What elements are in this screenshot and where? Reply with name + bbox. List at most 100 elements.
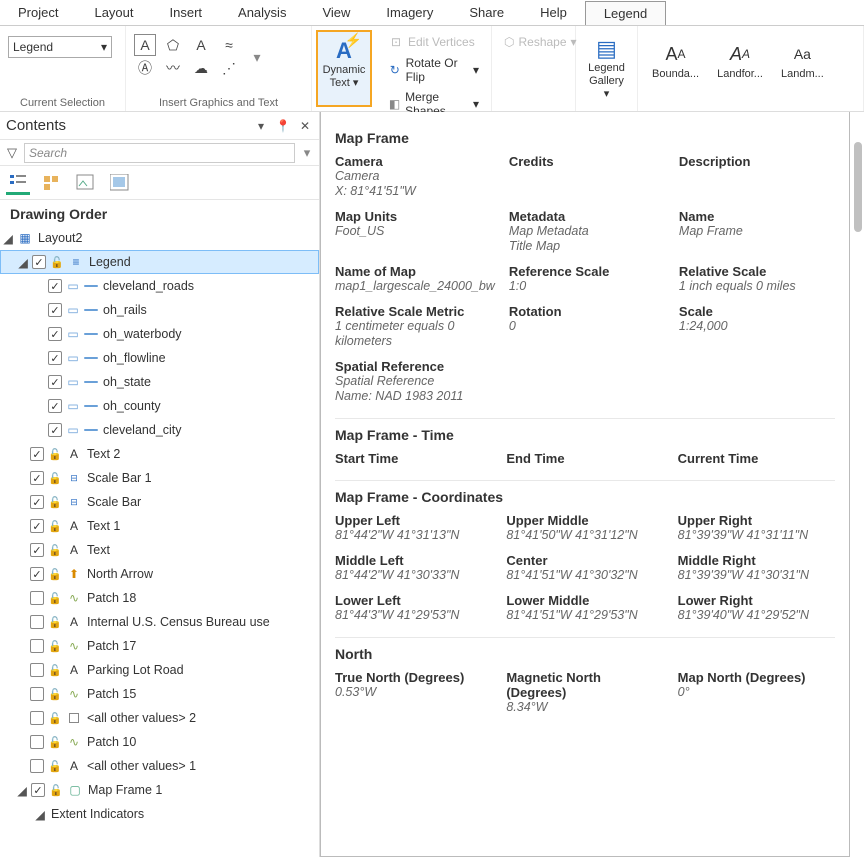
dyn-middle-right[interactable]: Middle Right81°39'39"W 41°30'31"N (678, 553, 835, 583)
patch-checkbox[interactable] (30, 639, 44, 653)
tree-item-row[interactable]: 🔓⊟Scale Bar (0, 490, 319, 514)
collapse-arrow-icon[interactable]: ◢ (17, 255, 29, 270)
scatter-icon[interactable]: ⋰ (218, 57, 240, 79)
rotate-flip-button[interactable]: ↻Rotate Or Flip ▾ (384, 54, 483, 86)
dynamic-text-button[interactable]: A⚡ Dynamic Text ▾ (316, 30, 372, 107)
polygon-icon[interactable]: ⬠ (162, 34, 184, 56)
layer-checkbox[interactable] (48, 399, 62, 413)
menu-help[interactable]: Help (522, 1, 585, 24)
collapse-arrow-icon[interactable]: ◢ (16, 783, 28, 798)
layer-checkbox[interactable] (48, 279, 62, 293)
landform-gallery-item[interactable]: AALandfor... (711, 36, 769, 85)
reshape-button[interactable]: ⬡Reshape ▾ (500, 32, 567, 52)
tree-item-row[interactable]: 🔓AText 1 (0, 514, 319, 538)
legend-gallery-button[interactable]: ▤ Legend Gallery ▾ (584, 30, 629, 105)
tree-item-row[interactable]: 🔓⊟Scale Bar 1 (0, 466, 319, 490)
mapframe-checkbox[interactable] (31, 783, 45, 797)
item-checkbox[interactable] (30, 519, 44, 533)
collapse-arrow-icon[interactable]: ◢ (34, 807, 46, 822)
dyn-name[interactable]: NameMap Frame (679, 209, 835, 254)
tree-patch-row[interactable]: 🔓A<all other values> 1 (0, 754, 319, 778)
tree-layer-row[interactable]: ▭oh_state (0, 370, 319, 394)
pane-close-icon[interactable]: ✕ (297, 118, 313, 134)
lock-icon[interactable]: 🔓 (49, 254, 65, 270)
lock-icon[interactable]: 🔓 (47, 446, 63, 462)
patch-checkbox[interactable] (30, 711, 44, 725)
tree-patch-row[interactable]: 🔓AParking Lot Road (0, 658, 319, 682)
dyn-upper-right[interactable]: Upper Right81°39'39"W 41°31'11"N (678, 513, 835, 543)
pane-menu-icon[interactable]: ▾ (253, 118, 269, 134)
tree-item-row[interactable]: 🔓AText (0, 538, 319, 562)
lock-icon[interactable]: 🔓 (47, 686, 63, 702)
patch-checkbox[interactable] (30, 615, 44, 629)
tree-patch-row[interactable]: 🔓∿Patch 10 (0, 730, 319, 754)
legend-checkbox[interactable] (32, 255, 46, 269)
dyn-start-time[interactable]: Start Time (335, 451, 492, 466)
dyn-center[interactable]: Center81°41'51"W 41°30'32"N (506, 553, 663, 583)
tree-layer-row[interactable]: ▭oh_rails (0, 298, 319, 322)
selection-dropdown[interactable]: Legend▾ (8, 36, 112, 58)
layer-checkbox[interactable] (48, 327, 62, 341)
lock-icon[interactable]: 🔓 (47, 662, 63, 678)
item-checkbox[interactable] (30, 471, 44, 485)
dyn-relmetric[interactable]: Relative Scale Metric1 centimeter equals… (335, 304, 495, 349)
lock-icon[interactable]: 🔓 (47, 494, 63, 510)
dyn-mapunits[interactable]: Map UnitsFoot_US (335, 209, 495, 254)
dyn-camera[interactable]: CameraCameraX: 81°41'51"W (335, 154, 495, 199)
dyn-upper-left[interactable]: Upper Left81°44'2"W 41°31'13"N (335, 513, 492, 543)
layer-checkbox[interactable] (48, 375, 62, 389)
menu-imagery[interactable]: Imagery (368, 1, 451, 24)
lock-icon[interactable]: 🔓 (47, 542, 63, 558)
menu-layout[interactable]: Layout (76, 1, 151, 24)
dyn-rotation[interactable]: Rotation0 (509, 304, 665, 349)
boundaries-gallery-item[interactable]: AABounda... (646, 36, 705, 85)
layer-checkbox[interactable] (48, 303, 62, 317)
layer-checkbox[interactable] (48, 423, 62, 437)
list-gallery-icon[interactable] (108, 171, 132, 195)
dyn-lower-right[interactable]: Lower Right81°39'40"W 41°29'52"N (678, 593, 835, 623)
lock-icon[interactable]: 🔓 (47, 614, 63, 630)
tree-layer-row[interactable]: ▭oh_flowline (0, 346, 319, 370)
patch-checkbox[interactable] (30, 735, 44, 749)
scrollbar-thumb[interactable] (854, 142, 862, 232)
spline-icon[interactable]: ≈ (218, 34, 240, 56)
text-rect-icon[interactable]: A (134, 34, 156, 56)
search-input[interactable]: Search (24, 143, 295, 163)
menu-share[interactable]: Share (451, 1, 522, 24)
lock-icon[interactable]: 🔓 (47, 638, 63, 654)
list-drawing-order-icon[interactable] (6, 171, 30, 195)
lock-icon[interactable]: 🔓 (47, 734, 63, 750)
lock-icon[interactable]: 🔓 (47, 758, 63, 774)
dyn-description[interactable]: Description (679, 154, 835, 199)
dyn-upper-middle[interactable]: Upper Middle81°41'50"W 41°31'12"N (506, 513, 663, 543)
tree-extent-row[interactable]: ◢ Extent Indicators (0, 802, 319, 826)
pane-pin-icon[interactable]: 📍 (275, 118, 291, 134)
item-checkbox[interactable] (30, 567, 44, 581)
tree-layout-row[interactable]: ◢ ▦ Layout2 (0, 226, 319, 250)
text-circle-icon[interactable]: Ⓐ (134, 57, 156, 79)
landmark-gallery-item[interactable]: AaLandm... (775, 36, 830, 85)
dyn-nameofmap[interactable]: Name of Mapmap1_largescale_24000_bw (335, 264, 495, 294)
tree-patch-row[interactable]: 🔓<all other values> 2 (0, 706, 319, 730)
lock-icon[interactable]: 🔓 (47, 518, 63, 534)
list-by-element-icon[interactable] (40, 171, 64, 195)
menu-insert[interactable]: Insert (152, 1, 221, 24)
patch-checkbox[interactable] (30, 591, 44, 605)
dyn-relscale[interactable]: Relative Scale1 inch equals 0 miles (679, 264, 835, 294)
collapse-arrow-icon[interactable]: ◢ (2, 231, 14, 246)
item-checkbox[interactable] (30, 543, 44, 557)
lock-icon[interactable]: 🔓 (47, 470, 63, 486)
dyn-lower-middle[interactable]: Lower Middle81°41'51"W 41°29'53"N (506, 593, 663, 623)
edit-vertices-button[interactable]: ⊡Edit Vertices (384, 32, 483, 52)
tree-legend-row[interactable]: ◢ 🔓 ≡ Legend (0, 250, 319, 274)
tree-layer-row[interactable]: ▭cleveland_roads (0, 274, 319, 298)
dyn-current-time[interactable]: Current Time (678, 451, 835, 466)
item-checkbox[interactable] (30, 495, 44, 509)
tree-patch-row[interactable]: 🔓AInternal U.S. Census Bureau use (0, 610, 319, 634)
dyn-scale[interactable]: Scale1:24,000 (679, 304, 835, 349)
tree-patch-row[interactable]: 🔓∿Patch 15 (0, 682, 319, 706)
dyn-lower-left[interactable]: Lower Left81°44'3"W 41°29'53"N (335, 593, 492, 623)
dyn-refscale[interactable]: Reference Scale1:0 (509, 264, 665, 294)
tree-item-row[interactable]: 🔓⬆North Arrow (0, 562, 319, 586)
menu-project[interactable]: Project (0, 1, 76, 24)
